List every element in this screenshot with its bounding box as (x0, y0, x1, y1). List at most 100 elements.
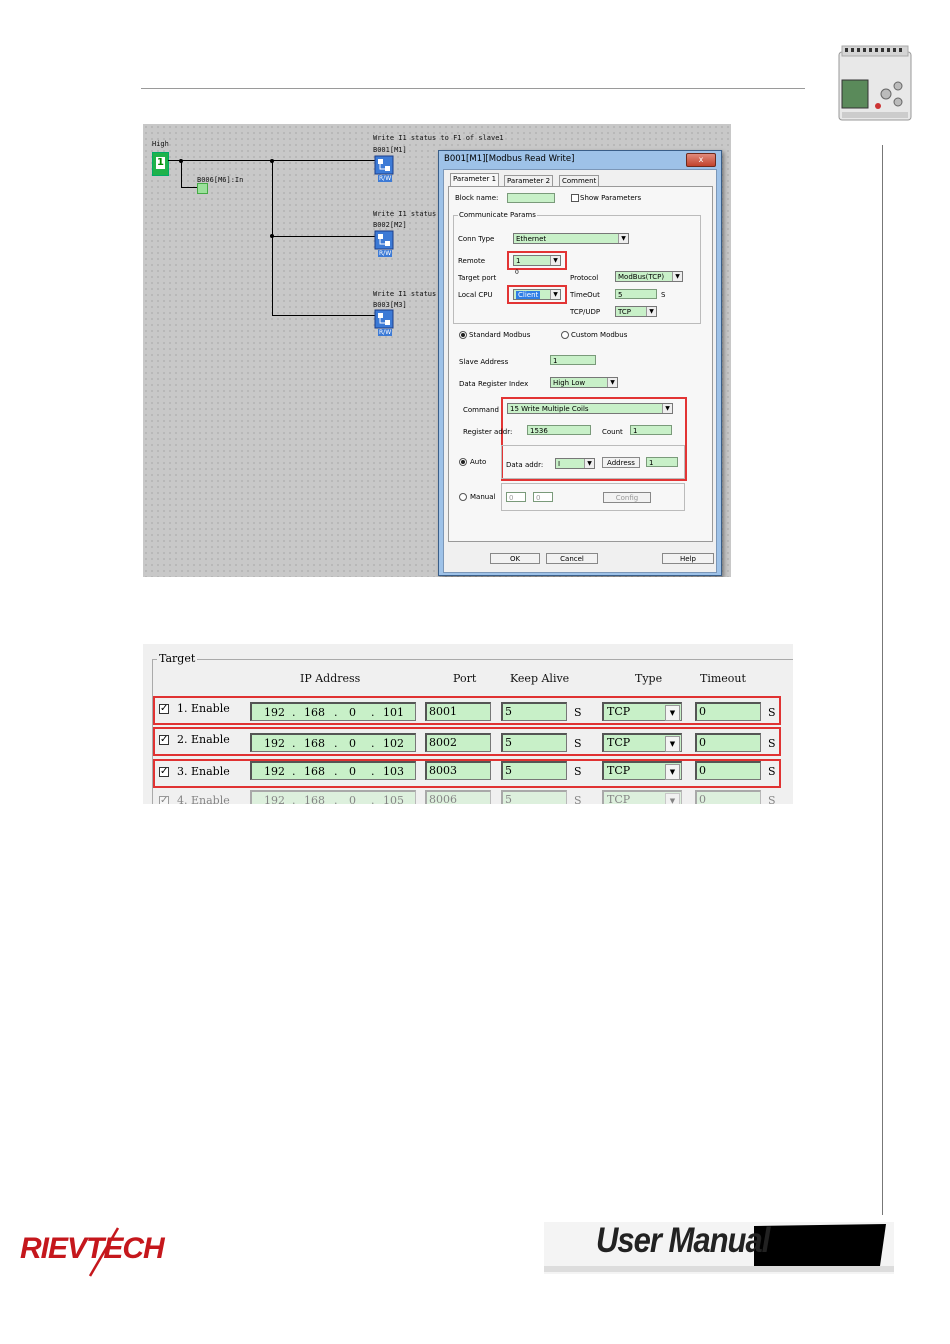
modbus-block-3[interactable]: R/W (374, 309, 394, 337)
contact-label: High (152, 140, 169, 148)
block-name-input[interactable] (507, 193, 555, 203)
keepalive-input[interactable]: 5 (501, 761, 567, 780)
parameter-panel: Block name: Show Parameters Communicate … (448, 186, 713, 542)
chevron-down-icon: ▼ (665, 764, 680, 780)
ip-address-input[interactable]: 192. 168. 0. 103 (250, 761, 416, 780)
comm-params-label: Communicate Params (458, 211, 537, 219)
enable-checkbox[interactable]: ✓ (159, 796, 169, 804)
keepalive-unit: S (574, 794, 582, 804)
show-params-checkbox[interactable] (571, 194, 579, 202)
target-settings-screenshot: Target IP Address Port Keep Alive Type T… (143, 644, 793, 804)
dialog-body: Parameter 1 Parameter 2 Comment Block na… (443, 169, 717, 573)
ip-address-input[interactable]: 192. 168. 0. 102 (250, 733, 416, 752)
reg-index-select[interactable]: High Low ▼ (550, 377, 618, 388)
conn-type-select[interactable]: Ethernet ▼ (513, 233, 629, 244)
dialog-title: B001[M1][Modbus Read Write] (444, 154, 575, 164)
port-input[interactable]: 8006 (425, 790, 491, 804)
keepalive-unit: S (574, 706, 582, 719)
port-input[interactable]: 8002 (425, 733, 491, 752)
count-input[interactable]: 1 (630, 425, 672, 435)
block1-id: B001[M1] (373, 146, 407, 154)
header-type: Type (635, 672, 663, 685)
manual-input-1[interactable]: 0 (506, 492, 526, 502)
brand-logo-text: RIEVTECH (20, 1232, 165, 1265)
enable-label: 1. Enable (177, 702, 230, 715)
header-timeout: Timeout (700, 672, 746, 685)
keepalive-unit: S (574, 765, 582, 778)
type-select[interactable]: TCP ▼ (602, 702, 682, 721)
custom-modbus-radio[interactable] (561, 331, 569, 339)
keepalive-input[interactable]: 5 (501, 702, 567, 721)
chevron-down-icon: ▼ (662, 404, 672, 413)
chevron-down-icon: ▼ (672, 272, 682, 281)
help-button[interactable]: Help (662, 553, 714, 564)
enable-checkbox[interactable]: ✓ (159, 704, 169, 714)
target-row-3: ✓ 3. Enable 192. 168. 0. 103 8003 5 S TC… (143, 759, 793, 789)
data-addr-select[interactable]: I ▼ (555, 458, 595, 469)
block1-comment: Write I1 status to F1 of slave1 (373, 134, 504, 142)
local-cpu-label: Local CPU (458, 291, 493, 299)
tcpudp-select[interactable]: TCP ▼ (615, 306, 657, 317)
protocol-label: Protocol (570, 274, 599, 282)
target-row-4: ✓ 4. Enable 192. 168. 0. 105 8006 5 S TC… (143, 788, 793, 804)
remote-label: Remote (458, 257, 486, 265)
manual-radio[interactable] (459, 493, 467, 501)
modbus-block-2[interactable]: R/W (374, 230, 394, 258)
enable-checkbox[interactable]: ✓ (159, 735, 169, 745)
timeout-input[interactable]: 0 (695, 790, 761, 804)
standard-modbus-label: Standard Modbus (469, 331, 531, 339)
slave-address-label: Slave Address (459, 358, 509, 366)
slave-address-input[interactable]: 1 (550, 355, 596, 365)
ip-address-input[interactable]: 192. 168. 0. 105 (250, 790, 416, 804)
high-contact[interactable]: 1 (152, 152, 169, 176)
command-select[interactable]: 15 Write Multiple Coils ▼ (507, 403, 673, 414)
address-button[interactable]: Address (602, 457, 640, 468)
config-button[interactable]: Config (603, 492, 651, 503)
local-cpu-highlight (507, 285, 567, 304)
auto-radio[interactable] (459, 458, 467, 466)
protocol-select[interactable]: ModBus(TCP) ▼ (615, 271, 683, 282)
enable-checkbox[interactable]: ✓ (159, 767, 169, 777)
keepalive-input[interactable]: 5 (501, 790, 567, 804)
target-row-2: ✓ 2. Enable 192. 168. 0. 102 8002 5 S TC… (143, 727, 793, 757)
timeout-label: TimeOut (570, 291, 600, 299)
standard-modbus-radio[interactable] (459, 331, 467, 339)
timeout-input[interactable]: 0 (695, 702, 761, 721)
port-input[interactable]: 8001 (425, 702, 491, 721)
header-ip-address: IP Address (300, 672, 361, 685)
chevron-down-icon: ▼ (665, 736, 680, 752)
timeout-input[interactable]: 0 (695, 761, 761, 780)
register-addr-input[interactable]: 1536 (527, 425, 591, 435)
chevron-down-icon: ▼ (665, 793, 680, 804)
keepalive-unit: S (574, 737, 582, 750)
modbus-block-1[interactable]: R/W (374, 155, 394, 183)
chevron-down-icon: ▼ (665, 705, 680, 721)
cancel-button[interactable]: Cancel (546, 553, 598, 564)
port-input[interactable]: 8003 (425, 761, 491, 780)
type-select[interactable]: TCP ▼ (602, 733, 682, 752)
ok-button[interactable]: OK (490, 553, 540, 564)
address-input[interactable]: 1 (646, 457, 678, 467)
timeout-unit: S (768, 737, 776, 750)
target-port-value[interactable]: 0 (515, 269, 519, 277)
block2-comment: Write I1 status (373, 210, 437, 218)
timeout-input[interactable]: 0 (695, 733, 761, 752)
type-select[interactable]: TCP ▼ (602, 761, 682, 780)
type-select[interactable]: TCP ▼ (602, 790, 682, 804)
manual-input-2[interactable]: 0 (533, 492, 553, 502)
tab-parameter-1[interactable]: Parameter 1 (450, 173, 500, 187)
enable-label: 3. Enable (177, 765, 230, 778)
close-button[interactable]: x (686, 153, 716, 167)
enable-label: 4. Enable (177, 794, 230, 804)
timeout-input[interactable]: 5 (615, 289, 657, 299)
input-block-icon[interactable] (197, 183, 208, 194)
side-rule (882, 145, 883, 1215)
keepalive-input[interactable]: 5 (501, 733, 567, 752)
plc-device-image (838, 45, 912, 121)
user-manual-label: User Manual (596, 1220, 770, 1261)
manual-group (501, 483, 685, 511)
ip-address-input[interactable]: 192. 168. 0. 101 (250, 702, 416, 721)
register-addr-label: Register addr: (463, 428, 513, 436)
header-rule (141, 88, 805, 89)
contact-value: 1 (156, 157, 165, 169)
